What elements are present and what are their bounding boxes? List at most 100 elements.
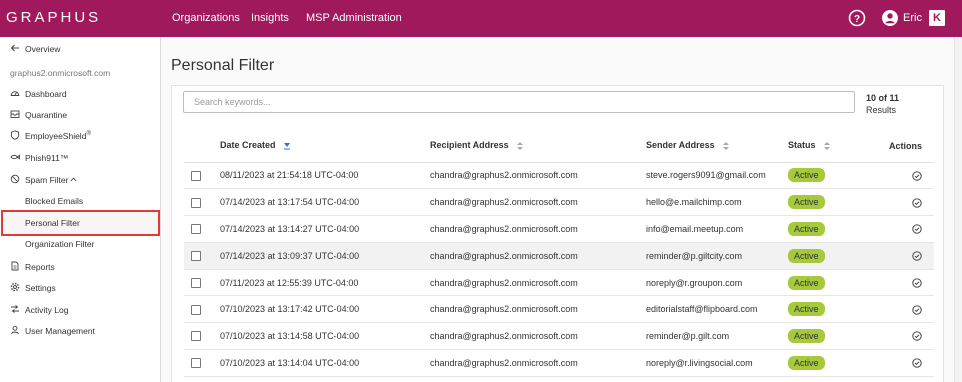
table-row[interactable]: 07/10/2023 at 13:14:04 UTC-04:00 chandra… xyxy=(184,349,934,377)
result-count: 10 of 11 Results xyxy=(866,92,899,116)
sidebar: Overview graphus2.onmicrosoft.com Dashbo… xyxy=(0,37,161,382)
sort-desc-icon[interactable] xyxy=(283,141,291,151)
sidebar-item-label: Activity Log xyxy=(25,305,69,315)
sort-icon[interactable] xyxy=(516,141,524,151)
check-circle-icon[interactable] xyxy=(912,305,922,315)
column-header-recipient[interactable]: Recipient Address xyxy=(430,130,646,163)
result-count-label: Results xyxy=(866,105,897,115)
status-badge: Active xyxy=(788,248,825,263)
sidebar-item-label: Personal Filter xyxy=(25,218,80,228)
sidebar-item-settings[interactable]: Settings xyxy=(0,279,160,297)
reports-icon xyxy=(11,261,19,271)
cell-sender: editorialstaff@flipboard.com xyxy=(646,295,788,324)
cell-sender: info@email.meetup.com xyxy=(646,215,788,243)
sidebar-item-employeeshield[interactable]: EmployeeShield® xyxy=(0,127,160,145)
table-header-row: Date Created Recipient Address Sender Ad… xyxy=(184,130,934,163)
table-body: 08/11/2023 at 21:54:18 UTC-04:00 chandra… xyxy=(184,162,934,377)
sidebar-item-activity-log[interactable]: Activity Log xyxy=(0,301,160,319)
filter-card: 10 of 11 Results Date Created Recipient … xyxy=(171,85,944,382)
svg-text:?: ? xyxy=(854,14,860,25)
row-checkbox[interactable] xyxy=(191,358,201,369)
shield-icon xyxy=(10,130,20,140)
check-circle-icon[interactable] xyxy=(912,251,922,261)
sidebar-item-label: Organization Filter xyxy=(25,239,95,249)
status-badge: Active xyxy=(788,275,825,290)
column-header-actions: Actions xyxy=(864,130,934,163)
nav-organizations[interactable]: Organizations xyxy=(172,12,240,24)
user-avatar-icon[interactable] xyxy=(882,10,898,26)
table-row[interactable]: 08/11/2023 at 21:54:18 UTC-04:00 chandra… xyxy=(184,162,934,190)
sidebar-item-user-management[interactable]: User Management xyxy=(0,322,160,340)
sidebar-item-overview[interactable]: Overview xyxy=(0,40,160,58)
sort-icon[interactable] xyxy=(722,141,730,151)
nav-msp-administration[interactable]: MSP Administration xyxy=(306,12,402,24)
table-row[interactable]: 07/14/2023 at 13:17:54 UTC-04:00 chandra… xyxy=(184,188,934,217)
cell-date-created: 07/10/2023 at 13:14:58 UTC-04:00 xyxy=(220,322,430,351)
sidebar-item-label: Spam Filter xyxy=(25,175,69,185)
table-row[interactable]: 07/14/2023 at 13:09:37 UTC-04:00 chandra… xyxy=(184,242,934,270)
cell-recipient: chandra@graphus2.onmicrosoft.com xyxy=(430,162,646,190)
select-column-header xyxy=(184,130,220,163)
help-icon[interactable]: ? xyxy=(848,9,866,27)
nav-insights[interactable]: Insights xyxy=(251,12,289,24)
sidebar-item-phish911[interactable]: Phish911™ xyxy=(0,149,160,167)
activity-log-icon xyxy=(11,305,19,313)
sidebar-item-label: EmployeeShield® xyxy=(25,131,91,141)
table-row[interactable]: 07/11/2023 at 12:55:39 UTC-04:00 chandra… xyxy=(184,269,934,297)
cell-sender: hello@e.mailchimp.com xyxy=(646,188,788,217)
sidebar-item-blocked-emails[interactable]: Blocked Emails xyxy=(0,192,160,210)
cell-recipient: chandra@graphus2.onmicrosoft.com xyxy=(430,215,646,243)
cell-recipient: chandra@graphus2.onmicrosoft.com xyxy=(430,242,646,270)
check-circle-icon[interactable] xyxy=(912,197,922,208)
status-badge: Active xyxy=(788,195,825,210)
main-content: Personal Filter 10 of 11 Results Date Cr… xyxy=(161,37,954,382)
sidebar-item-personal-filter[interactable]: Personal Filter xyxy=(0,214,160,232)
row-checkbox[interactable] xyxy=(191,170,201,181)
status-badge: Active xyxy=(788,302,825,317)
sidebar-item-label: Phish911™ xyxy=(25,153,69,163)
settings-icon xyxy=(10,282,20,292)
row-checkbox[interactable] xyxy=(191,251,201,262)
sidebar-item-quarantine[interactable]: Quarantine xyxy=(0,106,160,124)
cell-date-created: 07/14/2023 at 13:09:37 UTC-04:00 xyxy=(220,242,430,270)
sort-icon[interactable] xyxy=(823,141,831,151)
quarantine-icon xyxy=(10,110,20,118)
top-bar: GRAPHUS Organizations Insights MSP Admin… xyxy=(0,0,962,37)
column-header-sender[interactable]: Sender Address xyxy=(646,130,788,163)
check-circle-icon[interactable] xyxy=(912,224,922,234)
cell-sender: noreply@r.livingsocial.com xyxy=(646,349,788,377)
user-management-icon xyxy=(11,325,19,335)
row-checkbox[interactable] xyxy=(191,304,201,315)
cell-recipient: chandra@graphus2.onmicrosoft.com xyxy=(430,188,646,217)
table-row[interactable]: 07/10/2023 at 13:17:42 UTC-04:00 chandra… xyxy=(184,295,934,324)
page-title: Personal Filter xyxy=(171,57,275,74)
search-input[interactable] xyxy=(183,91,855,113)
row-checkbox[interactable] xyxy=(191,197,201,208)
sidebar-item-organization-filter[interactable]: Organization Filter xyxy=(0,235,160,253)
dashboard-icon xyxy=(10,91,20,96)
cell-date-created: 08/11/2023 at 21:54:18 UTC-04:00 xyxy=(220,162,430,190)
cell-date-created: 07/14/2023 at 13:14:27 UTC-04:00 xyxy=(220,215,430,243)
row-checkbox[interactable] xyxy=(191,224,201,235)
table-row[interactable]: 07/10/2023 at 13:14:58 UTC-04:00 chandra… xyxy=(184,322,934,351)
sidebar-item-label: Reports xyxy=(25,262,55,272)
column-header-status[interactable]: Status xyxy=(788,130,864,163)
row-checkbox[interactable] xyxy=(191,277,201,288)
registered-mark: ® xyxy=(86,131,91,138)
check-circle-icon[interactable] xyxy=(912,331,922,342)
sidebar-item-spam-filter[interactable]: Spam Filter xyxy=(0,171,160,189)
table-row[interactable]: 07/14/2023 at 13:14:27 UTC-04:00 chandra… xyxy=(184,215,934,243)
check-circle-icon[interactable] xyxy=(912,358,922,368)
sidebar-item-dashboard[interactable]: Dashboard xyxy=(0,85,160,103)
page-scrollbar[interactable] xyxy=(954,37,962,382)
row-checkbox[interactable] xyxy=(191,331,201,342)
app-logo[interactable]: GRAPHUS xyxy=(6,9,101,26)
check-circle-icon[interactable] xyxy=(912,278,922,288)
k-app-icon[interactable]: K xyxy=(929,10,945,26)
check-circle-icon[interactable] xyxy=(912,171,922,181)
sidebar-item-reports[interactable]: Reports xyxy=(0,258,160,276)
personal-filter-table: Date Created Recipient Address Sender Ad… xyxy=(184,130,934,377)
user-name[interactable]: Eric xyxy=(903,12,922,24)
cell-date-created: 07/14/2023 at 13:17:54 UTC-04:00 xyxy=(220,188,430,217)
column-header-date-created[interactable]: Date Created xyxy=(220,130,430,163)
